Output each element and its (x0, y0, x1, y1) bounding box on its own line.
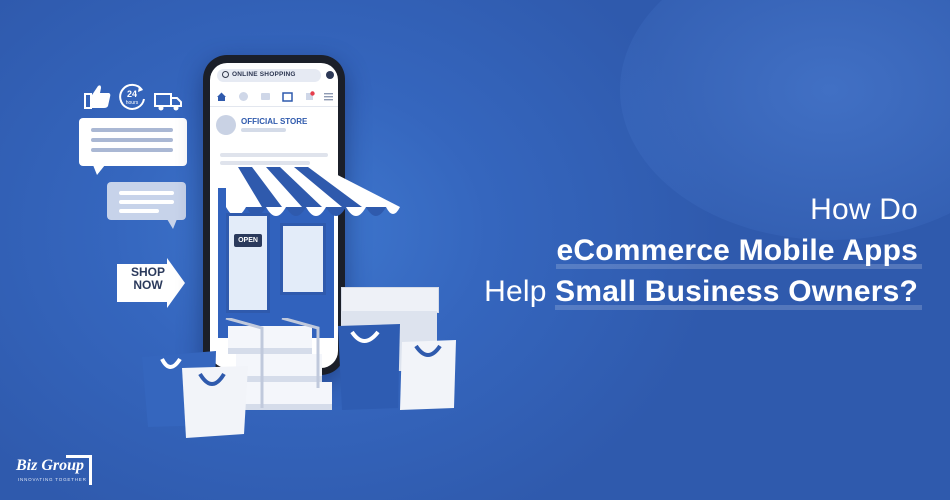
logo-bracket (66, 455, 92, 485)
camera-dot (326, 71, 334, 79)
badge-unit: hours (126, 100, 139, 106)
24-hours-icon: 24 hours (119, 83, 145, 110)
store-icon (282, 92, 293, 102)
shopping-bag-white-right (400, 340, 456, 410)
delivery-truck-icon (154, 93, 182, 111)
bizgroup-logo: Biz Group INNOVATING TOGETHER (6, 455, 96, 493)
store-title: OFFICIAL STORE (241, 117, 308, 126)
box-top (341, 287, 439, 313)
menu-icon (324, 93, 333, 101)
chat-bubble-large (79, 118, 187, 175)
search-text: ONLINE SHOPPING (232, 71, 296, 78)
home-icon (217, 92, 226, 101)
store-window (280, 223, 326, 295)
search-bar: ONLINE SHOPPING (217, 69, 321, 82)
store-door (226, 213, 270, 313)
shopping-bag-blue-right (338, 324, 400, 410)
cart-icon (239, 92, 248, 101)
search-icon (222, 71, 229, 78)
app-nav-row (210, 88, 338, 107)
store-subtitle-placeholder (241, 128, 286, 132)
headline-line-3-bold: Small Business Owners? (555, 271, 922, 312)
store-header: OFFICIAL STORE (216, 115, 332, 143)
open-sign: OPEN (234, 234, 262, 247)
store-avatar (216, 115, 236, 135)
promo-banner: 24 hours SHOP NOW ONLINE SHOPPING OFFICI… (0, 0, 950, 500)
thumbs-up-icon (84, 85, 111, 109)
video-icon (261, 93, 270, 100)
shop-now-line2: NOW (133, 278, 163, 292)
notification-icon (306, 91, 315, 100)
headline-line-2: eCommerce Mobile Apps (556, 230, 922, 271)
badge-number: 24 (127, 89, 137, 99)
chat-bubble-small (107, 182, 186, 229)
headline-line-3-light: Help (484, 275, 547, 308)
headline: How Do eCommerce Mobile Apps Help Small … (484, 189, 922, 312)
headline-line-1: How Do (810, 193, 918, 226)
shopping-bag-white-front (182, 366, 248, 438)
text-placeholder (220, 153, 328, 157)
shop-now-sign: SHOP NOW (117, 258, 185, 308)
